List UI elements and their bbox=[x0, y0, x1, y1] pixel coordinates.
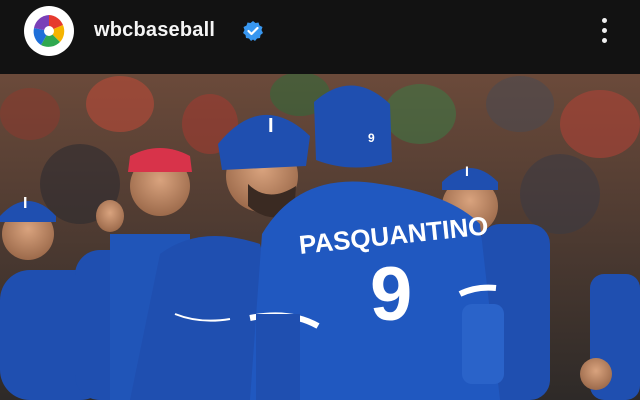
more-options-icon[interactable] bbox=[596, 16, 612, 46]
wbc-logo-icon bbox=[25, 7, 73, 55]
cap-letter-left: I bbox=[23, 195, 27, 212]
account-username[interactable]: wbcbaseball bbox=[94, 19, 215, 42]
post-header: wbcbaseball bbox=[0, 0, 640, 74]
helmet-letter: I bbox=[268, 115, 274, 137]
jersey-number: 9 bbox=[370, 252, 412, 337]
helmet-number: 9 bbox=[368, 131, 375, 145]
post-photo[interactable]: I I I 9 PASQUANTINO 9 bbox=[0, 74, 640, 400]
profile-avatar[interactable] bbox=[24, 6, 74, 56]
verified-badge-icon bbox=[243, 21, 263, 41]
baseball-players-photo: I I I 9 PASQUANTINO 9 bbox=[0, 74, 640, 400]
cap-letter-right: I bbox=[465, 163, 469, 179]
